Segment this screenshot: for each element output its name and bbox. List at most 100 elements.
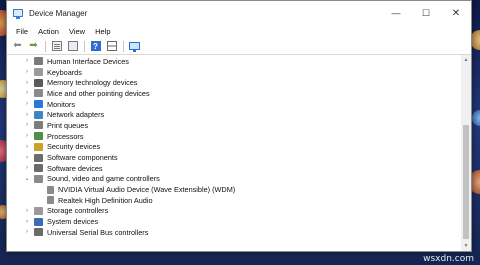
back-icon: ⬅ — [13, 40, 22, 51]
grid-icon — [106, 41, 117, 51]
tree-item-label: Software components — [47, 153, 118, 163]
chevron-right-icon[interactable]: › — [23, 229, 31, 235]
chevron-down-icon[interactable]: ⌄ — [23, 175, 31, 182]
tree-item-label: Processors — [47, 131, 84, 141]
tree-item[interactable]: › Print queues — [7, 120, 461, 131]
tree-child-item[interactable]: NVIDIA Virtual Audio Device (Wave Extens… — [7, 184, 461, 195]
tree-item-label: Security devices — [47, 142, 101, 152]
tree-item[interactable]: › Network adapters — [7, 109, 461, 120]
help-button[interactable]: ? — [89, 40, 102, 53]
chevron-right-icon[interactable]: › — [23, 90, 31, 96]
device-category-icon — [34, 100, 43, 109]
device-category-icon — [34, 78, 43, 87]
chevron-right-icon[interactable]: › — [23, 80, 31, 86]
device-tree: › Human Interface Devices › Keyboards › Memor… — [7, 55, 461, 251]
device-category-icon — [34, 110, 43, 119]
device-category-icon — [34, 142, 43, 151]
tree-item-label: NVIDIA Virtual Audio Device (Wave Extens… — [58, 185, 236, 195]
toolbar-separator — [123, 40, 124, 52]
speaker-icon — [47, 185, 54, 194]
toolbar: ⬅ ➡ ? — [7, 38, 471, 55]
tree-item[interactable]: ⌄ Sound, video and game controllers — [7, 174, 461, 185]
minimize-button[interactable]: — — [381, 1, 411, 25]
tree-item[interactable]: › Processors — [7, 131, 461, 142]
scan-hardware-button[interactable] — [128, 40, 141, 53]
tree-item-label: Sound, video and game controllers — [47, 174, 160, 184]
menu-view[interactable]: View — [64, 27, 90, 36]
back-button[interactable]: ⬅ — [11, 40, 24, 53]
tree-item[interactable]: › Storage controllers — [7, 206, 461, 217]
tree-item-label: Storage controllers — [47, 206, 109, 216]
tree-item[interactable]: › Keyboards — [7, 67, 461, 78]
list-icon — [67, 41, 78, 51]
tree-item-label: Monitors — [47, 99, 75, 109]
watermark: wsxdn.com — [423, 254, 474, 264]
scroll-down-arrow-icon[interactable]: ▼ — [461, 241, 471, 251]
chevron-right-icon[interactable]: › — [23, 112, 31, 118]
toolbar-separator — [84, 40, 85, 52]
window-title: Device Manager — [29, 8, 88, 18]
close-button[interactable]: ✕ — [441, 1, 471, 25]
tree-item-label: Mice and other pointing devices — [47, 88, 150, 98]
scrollbar-thumb[interactable] — [463, 125, 469, 239]
grid-view-button[interactable] — [105, 40, 118, 53]
tree-item[interactable]: › Monitors — [7, 99, 461, 110]
forward-icon: ➡ — [29, 40, 38, 51]
toolbar-separator — [45, 40, 46, 52]
menu-bar: File Action View Help — [7, 25, 471, 38]
tree-item-label: Memory technology devices — [47, 78, 138, 88]
tree-item[interactable]: › Security devices — [7, 142, 461, 153]
device-category-icon — [34, 89, 43, 98]
tree-item-label: Realtek High Definition Audio — [58, 195, 153, 205]
speaker-icon — [47, 196, 54, 205]
monitor-icon — [129, 42, 140, 52]
device-category-icon — [34, 121, 43, 130]
chevron-right-icon[interactable]: › — [23, 69, 31, 75]
forward-button[interactable]: ➡ — [27, 40, 40, 53]
device-category-icon — [34, 132, 43, 141]
device-category-icon — [34, 228, 43, 237]
tree-item-label: System devices — [47, 217, 99, 227]
device-category-icon — [34, 164, 43, 173]
tree-item[interactable]: › Software devices — [7, 163, 461, 174]
chevron-right-icon[interactable]: › — [23, 208, 31, 214]
chevron-right-icon[interactable]: › — [23, 58, 31, 64]
tree-item[interactable]: › Software components — [7, 152, 461, 163]
device-category-icon — [34, 57, 43, 66]
tree-item-label: Universal Serial Bus controllers — [47, 227, 149, 237]
menu-file[interactable]: File — [11, 27, 33, 36]
chevron-right-icon[interactable]: › — [23, 133, 31, 139]
tree-item-label: Human Interface Devices — [47, 56, 129, 66]
device-manager-icon — [13, 9, 23, 19]
scroll-up-arrow-icon[interactable]: ▲ — [461, 55, 471, 65]
tree-item[interactable]: › Human Interface Devices — [7, 56, 461, 67]
help-icon: ? — [90, 41, 101, 51]
bokeh-light — [472, 110, 480, 126]
list-view-button[interactable] — [66, 40, 79, 53]
tree-item[interactable]: › Universal Serial Bus controllers — [7, 227, 461, 238]
menu-action[interactable]: Action — [33, 27, 64, 36]
device-category-icon — [34, 174, 43, 183]
chevron-right-icon[interactable]: › — [23, 219, 31, 225]
tree-item[interactable]: › Memory technology devices — [7, 77, 461, 88]
chevron-right-icon[interactable]: › — [23, 144, 31, 150]
device-category-icon — [34, 68, 43, 77]
tree-item-label: Network adapters — [47, 110, 105, 120]
tree-child-item[interactable]: Realtek High Definition Audio — [7, 195, 461, 206]
chevron-right-icon[interactable]: › — [23, 122, 31, 128]
properties-icon — [51, 41, 62, 51]
title-bar[interactable]: Device Manager — ☐ ✕ — [7, 1, 471, 25]
tree-item-label: Keyboards — [47, 67, 82, 77]
chevron-right-icon[interactable]: › — [23, 155, 31, 161]
tree-item-label: Print queues — [47, 120, 88, 130]
properties-button[interactable] — [50, 40, 63, 53]
tree-item[interactable]: › System devices — [7, 216, 461, 227]
device-manager-window: Device Manager — ☐ ✕ File Action View He… — [6, 0, 472, 252]
chevron-right-icon[interactable]: › — [23, 101, 31, 107]
vertical-scrollbar[interactable]: ▲ ▼ — [461, 55, 471, 251]
menu-help[interactable]: Help — [90, 27, 115, 36]
tree-item[interactable]: › Mice and other pointing devices — [7, 88, 461, 99]
maximize-button[interactable]: ☐ — [411, 1, 441, 25]
device-category-icon — [34, 153, 43, 162]
chevron-right-icon[interactable]: › — [23, 165, 31, 171]
